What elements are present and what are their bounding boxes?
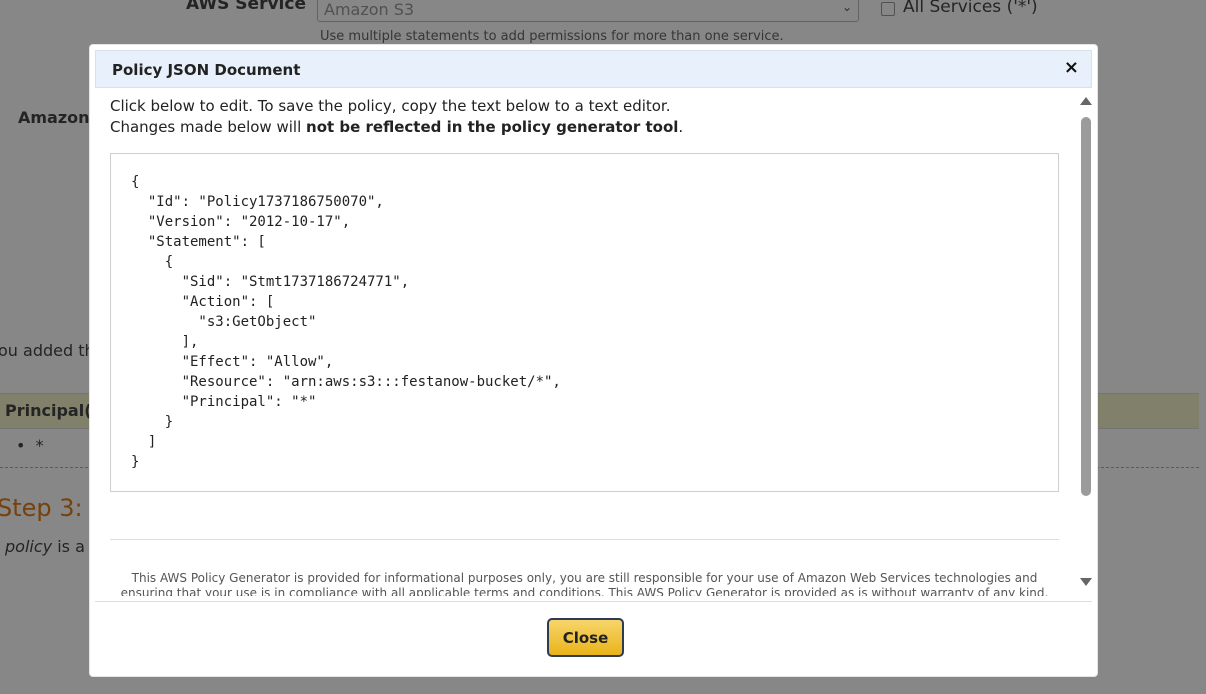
intro-line-2-prefix: Changes made below will	[110, 118, 307, 136]
disclaimer-text: This AWS Policy Generator is provided fo…	[120, 571, 1049, 596]
scroll-up-arrow-icon[interactable]	[1080, 97, 1092, 105]
close-icon[interactable]: ×	[1064, 58, 1079, 78]
scroll-down-arrow-icon[interactable]	[1080, 578, 1092, 586]
modal-footer: Close	[95, 601, 1092, 673]
modal-title: Policy JSON Document	[112, 61, 301, 79]
close-button[interactable]: Close	[547, 618, 624, 657]
modal-header: Policy JSON Document ×	[95, 50, 1092, 88]
modal-body[interactable]: Click below to edit. To save the policy,…	[95, 89, 1092, 596]
modal-intro: Click below to edit. To save the policy,…	[110, 96, 683, 138]
policy-json-modal: Policy JSON Document × Click below to ed…	[89, 44, 1098, 677]
policy-json-editor[interactable]: { "Id": "Policy1737186750070", "Version"…	[110, 153, 1059, 492]
scrollbar-thumb[interactable]	[1081, 117, 1091, 496]
intro-line-1: Click below to edit. To save the policy,…	[110, 97, 671, 115]
intro-line-2-suffix: .	[678, 118, 684, 136]
policy-json-text[interactable]: { "Id": "Policy1737186750070", "Version"…	[131, 172, 561, 472]
intro-line-2-bold: not be reflected in the policy generator…	[306, 118, 679, 136]
intro-line-2: Changes made below will not be reflected…	[110, 117, 683, 138]
modal-scrollbar[interactable]	[1080, 94, 1092, 591]
divider	[110, 539, 1059, 540]
